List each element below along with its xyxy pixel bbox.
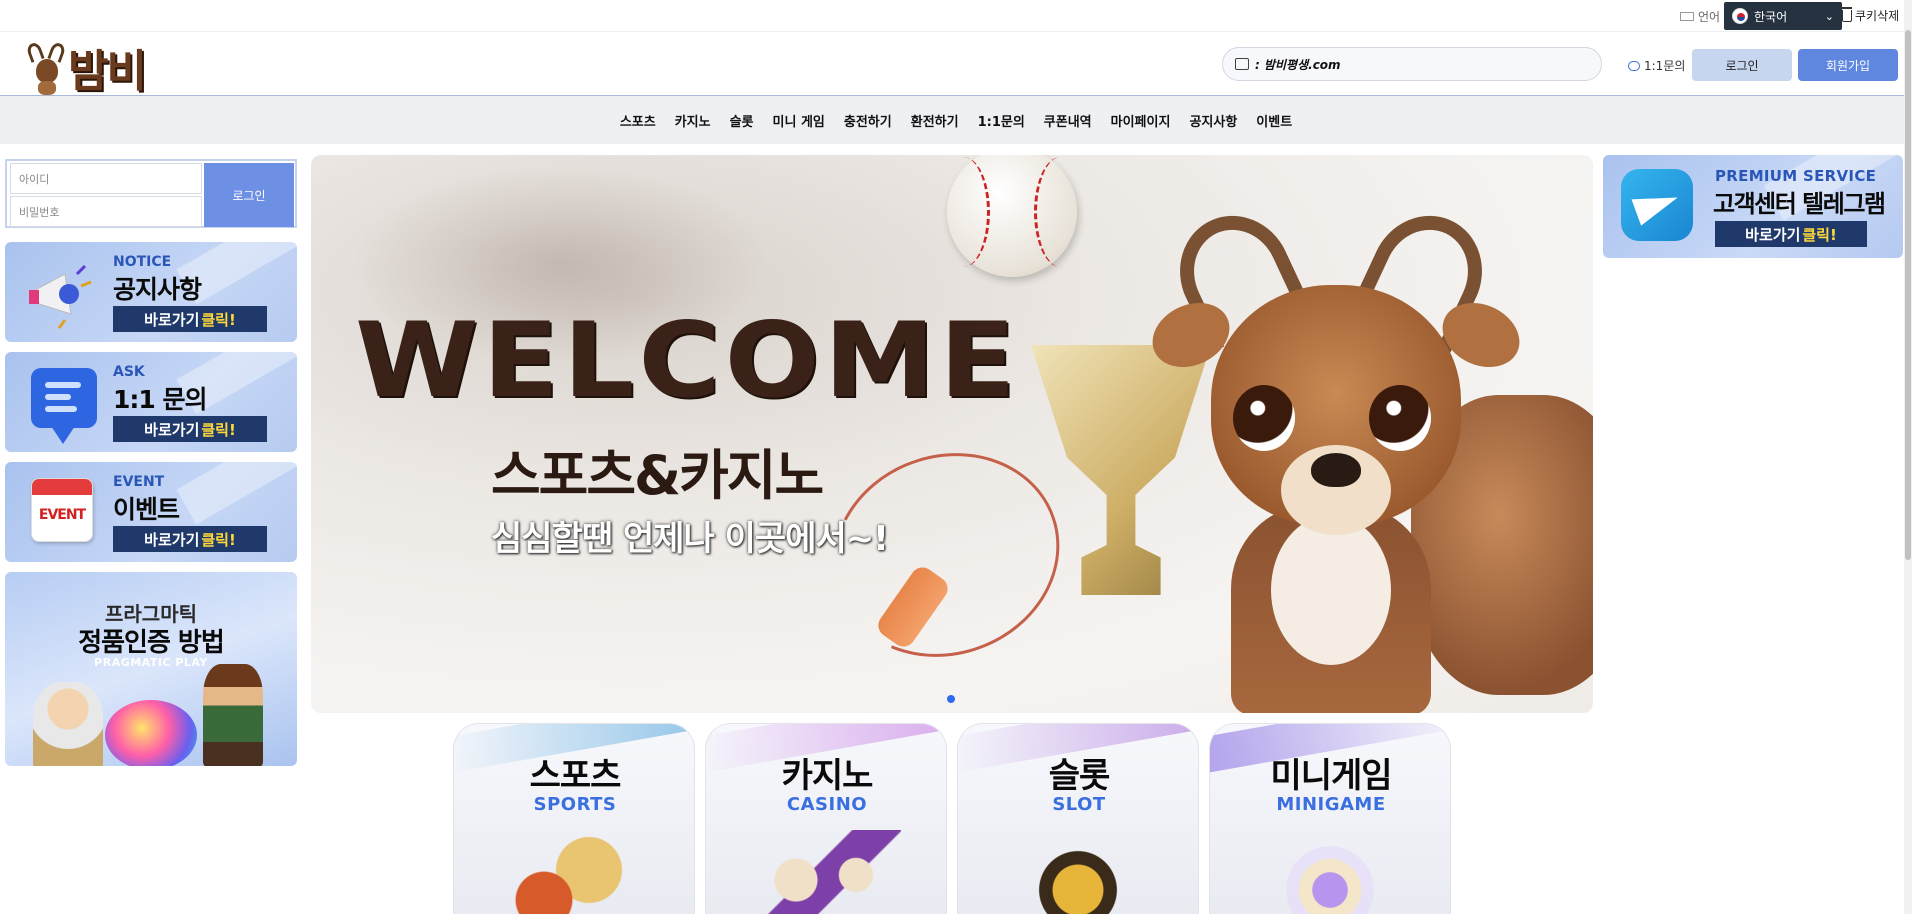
telegram-card[interactable]: PREMIUM SERVICE 고객센터 텔레그램 바로가기 클릭! [1603, 155, 1903, 258]
notice-card-en: NOTICE [113, 254, 172, 270]
flag-icon [1680, 12, 1694, 21]
megaphone-icon [29, 264, 92, 329]
chat-icon [31, 368, 97, 444]
password-input[interactable]: 비밀번호 [10, 196, 202, 227]
nav-item-withdraw[interactable]: 환전하기 [911, 111, 959, 130]
nav-item-sports[interactable]: 스포츠 [620, 111, 656, 130]
banner-subtitle: 심심할땐 언제나 이곳에서~! [491, 519, 889, 559]
zeus-illustration [33, 682, 103, 766]
go-highlight: 클릭! [201, 420, 236, 439]
login-form: 아이디 비밀번호 로그인 [5, 159, 297, 228]
nav-item-mypage[interactable]: 마이페이지 [1111, 111, 1171, 130]
notice-text: : 밤비평생.com [1255, 57, 1341, 72]
language-select[interactable]: 한국어 ⌄ [1724, 2, 1842, 30]
banner-welcome: WELCOME [355, 301, 1020, 421]
ask-card-go[interactable]: 바로가기 클릭! [113, 416, 267, 442]
nav-item-event[interactable]: 이벤트 [1256, 111, 1292, 130]
korea-flag-icon [1732, 8, 1748, 24]
nav-item-notice[interactable]: 공지사항 [1189, 111, 1237, 130]
telegram-icon [1621, 169, 1693, 241]
category-subtitle: MINIGAME [1276, 794, 1386, 815]
logo-text: 밤비 [68, 46, 147, 97]
site-logo[interactable]: 밤비 [25, 35, 147, 99]
minigame-illustration [1255, 830, 1405, 914]
notice-card-go[interactable]: 바로가기 클릭! [113, 306, 267, 332]
category-title: 미니게임 [1270, 756, 1392, 796]
event-card-en: EVENT [113, 474, 165, 490]
calendar-icon: EVENT [31, 478, 93, 542]
category-sports[interactable]: 스포츠 SPORTS [453, 723, 695, 914]
hero-banner[interactable]: WELCOME 스포츠&카지노 심심할땐 언제나 이곳에서~! [311, 155, 1593, 713]
go-label: 바로가기 [144, 420, 200, 439]
main-nav: 스포츠 카지노 슬롯 미니 게임 충전하기 환전하기 1:1문의 쿠폰내역 마이… [0, 96, 1912, 144]
qna-link[interactable]: 1:1문의 [1628, 57, 1685, 74]
category-title: 카지노 [781, 756, 874, 796]
deer-logo-icon [25, 41, 67, 95]
slot-illustration [1003, 830, 1153, 914]
category-title: 스포츠 [529, 756, 622, 796]
telegram-card-title: 고객센터 텔레그램 [1713, 190, 1886, 218]
nav-item-slot[interactable]: 슬롯 [730, 111, 754, 130]
login-submit-button[interactable]: 로그인 [204, 163, 294, 227]
nav-item-coupons[interactable]: 쿠폰내역 [1044, 111, 1092, 130]
qna-label: 1:1문의 [1644, 59, 1686, 73]
category-minigame[interactable]: 미니게임 MINIGAME [1209, 723, 1451, 914]
go-highlight: 클릭! [1802, 225, 1837, 244]
deer-mascot-illustration [1142, 197, 1531, 713]
username-input[interactable]: 아이디 [10, 163, 202, 194]
category-subtitle: SPORTS [533, 794, 617, 815]
calendar-icon-text: EVENT [38, 507, 86, 523]
notice-card[interactable]: NOTICE 공지사항 바로가기 클릭! [5, 242, 297, 342]
ask-card[interactable]: ASK 1:1 문의 바로가기 클릭! [5, 352, 297, 452]
pragmatic-line2: 정품인증 방법 [78, 628, 225, 658]
language-label-text: 언어 [1698, 10, 1721, 24]
category-subtitle: SLOT [1052, 794, 1106, 815]
go-highlight: 클릭! [201, 310, 236, 329]
speaker-icon [1235, 58, 1249, 70]
telegram-card-go[interactable]: 바로가기 클릭! [1715, 221, 1867, 247]
carousel-dot[interactable] [947, 695, 955, 703]
cookie-delete-button[interactable]: 쿠키삭제 [1840, 6, 1900, 24]
ask-card-en: ASK [113, 364, 145, 380]
page-scrollbar[interactable] [1904, 0, 1912, 914]
telegram-card-en: PREMIUM SERVICE [1715, 167, 1877, 185]
go-highlight: 클릭! [201, 530, 236, 549]
go-label: 바로가기 [1745, 225, 1801, 244]
language-selected: 한국어 [1754, 9, 1788, 24]
nav-item-casino[interactable]: 카지노 [675, 111, 711, 130]
chevron-down-icon: ⌄ [1824, 9, 1834, 23]
top-bar: 언어 한국어 ⌄ 쿠키삭제 [0, 0, 1912, 32]
login-button[interactable]: 로그인 [1692, 49, 1792, 81]
sports-illustration [499, 830, 649, 914]
baseball-illustration [947, 155, 1077, 277]
go-label: 바로가기 [144, 310, 200, 329]
scrollbar-thumb[interactable] [1905, 30, 1911, 560]
orb-illustration [105, 700, 197, 766]
ask-card-title: 1:1 문의 [113, 385, 207, 414]
cookie-delete-label: 쿠키삭제 [1855, 9, 1900, 23]
category-slot[interactable]: 슬롯 SLOT [957, 723, 1199, 914]
banner-title: 스포츠&카지노 [491, 444, 824, 507]
category-subtitle: CASINO [786, 794, 868, 815]
notice-card-title: 공지사항 [113, 275, 202, 304]
notice-ticker: : 밤비평생.com [1222, 47, 1602, 81]
chat-bubble-icon [1628, 60, 1640, 71]
nav-item-deposit[interactable]: 충전하기 [844, 111, 892, 130]
pragmatic-card[interactable]: 프라그마틱 정품인증 방법 PRAGMATIC PLAY [5, 572, 297, 766]
go-label: 바로가기 [144, 530, 200, 549]
event-card-go[interactable]: 바로가기 클릭! [113, 526, 267, 552]
language-label: 언어 [1680, 8, 1720, 25]
header: 밤비 : 밤비평생.com 1:1문의 로그인 회원가입 [0, 32, 1912, 99]
signup-button[interactable]: 회원가입 [1798, 49, 1898, 81]
event-card-title: 이벤트 [113, 495, 180, 524]
category-casino[interactable]: 카지노 CASINO [705, 723, 947, 914]
casino-illustration [751, 830, 901, 914]
cowboy-illustration [203, 664, 263, 766]
trash-icon [1840, 6, 1852, 22]
event-card[interactable]: EVENT EVENT 이벤트 바로가기 클릭! [5, 462, 297, 562]
nav-item-qna[interactable]: 1:1문의 [978, 111, 1025, 130]
nav-item-minigame[interactable]: 미니 게임 [773, 111, 825, 130]
category-title: 슬롯 [1048, 756, 1111, 796]
